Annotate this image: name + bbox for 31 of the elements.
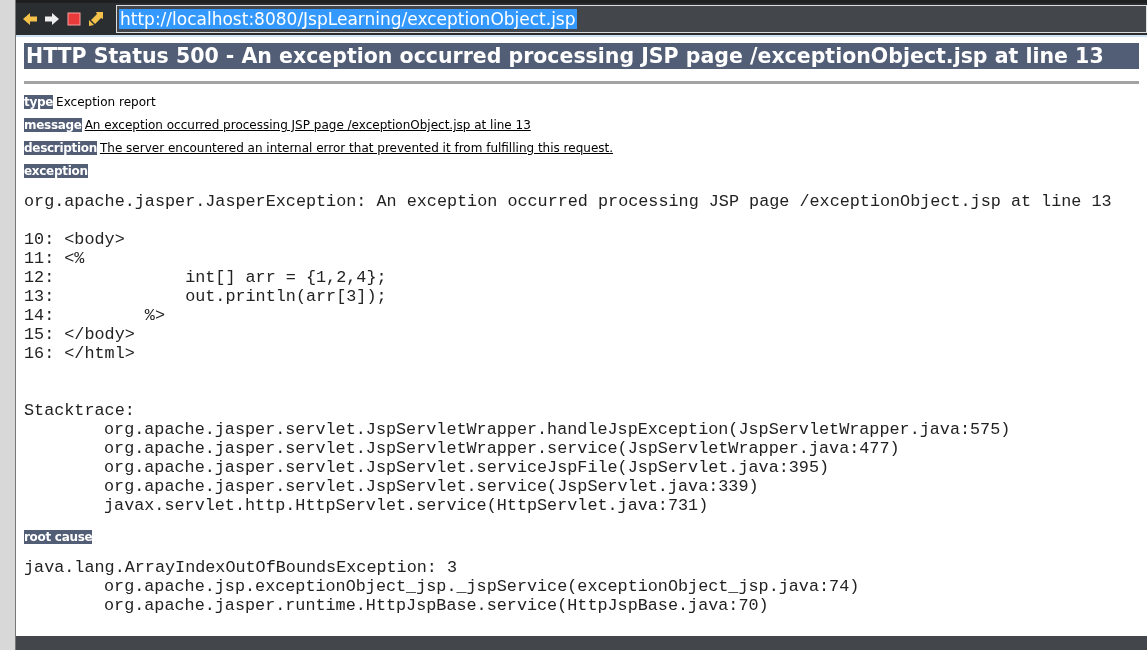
- address-field[interactable]: http://localhost:8080/JspLearning/exceptionObject.jsp: [116, 5, 1147, 33]
- stack-frame-line: org.apache.jasper.servlet.JspServletWrapper.service(JspServletWrapper.java:477): [104, 439, 900, 458]
- stack-frame-line: org.apache.jsp.exceptionObject_jsp._jspService(exceptionObject_jsp.java:74): [104, 577, 860, 596]
- code-line: 14: %>: [24, 306, 165, 325]
- exception-text: org.apache.jasper.JasperException: An exception occurred processing JSP page /exceptionObject.jsp at line 13: [24, 192, 1112, 211]
- forward-arrow-icon[interactable]: [44, 11, 60, 27]
- stop-icon[interactable]: [66, 11, 82, 27]
- stack-frame-line: org.apache.jasper.runtime.HttpJspBase.service(HttpJspBase.java:70): [104, 596, 769, 615]
- stack-frame-line: org.apache.jasper.servlet.JspServletWrapper.handleJspException(JspServletWrapper.java:575): [104, 420, 1011, 439]
- code-line: 12: int[] arr = {1,2,4};: [24, 268, 387, 287]
- field-label: type: [24, 95, 54, 109]
- stack-frame-line: org.apache.jasper.servlet.JspServlet.serviceJspFile(JspServlet.java:395): [104, 458, 830, 477]
- stack-frame-line: javax.servlet.http.HttpServlet.service(HttpServlet.java:731): [104, 496, 709, 515]
- page-heading: HTTP Status 500 - An exception occurred processing JSP page /exceptionObject.jsp at line 13: [24, 43, 1139, 69]
- refresh-arrows-icon[interactable]: [88, 11, 104, 27]
- exception-text: Stacktrace:: [24, 401, 135, 420]
- field-value: An exception occurred processing JSP page /exceptionObject.jsp at line 13: [84, 118, 531, 132]
- field-value: Exception report: [56, 95, 156, 109]
- exception-text: java.lang.ArrayIndexOutOfBoundsException: 3: [24, 558, 458, 577]
- section-label: exception: [24, 164, 88, 178]
- code-line: 13: out.println(arr[3]);: [24, 287, 387, 306]
- back-arrow-icon[interactable]: [22, 11, 38, 27]
- field-label: message: [24, 118, 82, 132]
- section-label: root cause: [24, 530, 93, 544]
- stack-frame-line: org.apache.jasper.servlet.JspServlet.service(JspServlet.java:339): [104, 477, 759, 496]
- code-line: 16: </html>: [24, 344, 135, 363]
- field-label: description: [24, 141, 97, 155]
- code-line: 11: <%: [24, 249, 85, 268]
- field-value: The server encountered an internal error that prevented it from fulfilling this request.: [99, 141, 614, 155]
- code-line: 10: <body>: [24, 230, 125, 249]
- code-line: 15: </body>: [24, 325, 135, 344]
